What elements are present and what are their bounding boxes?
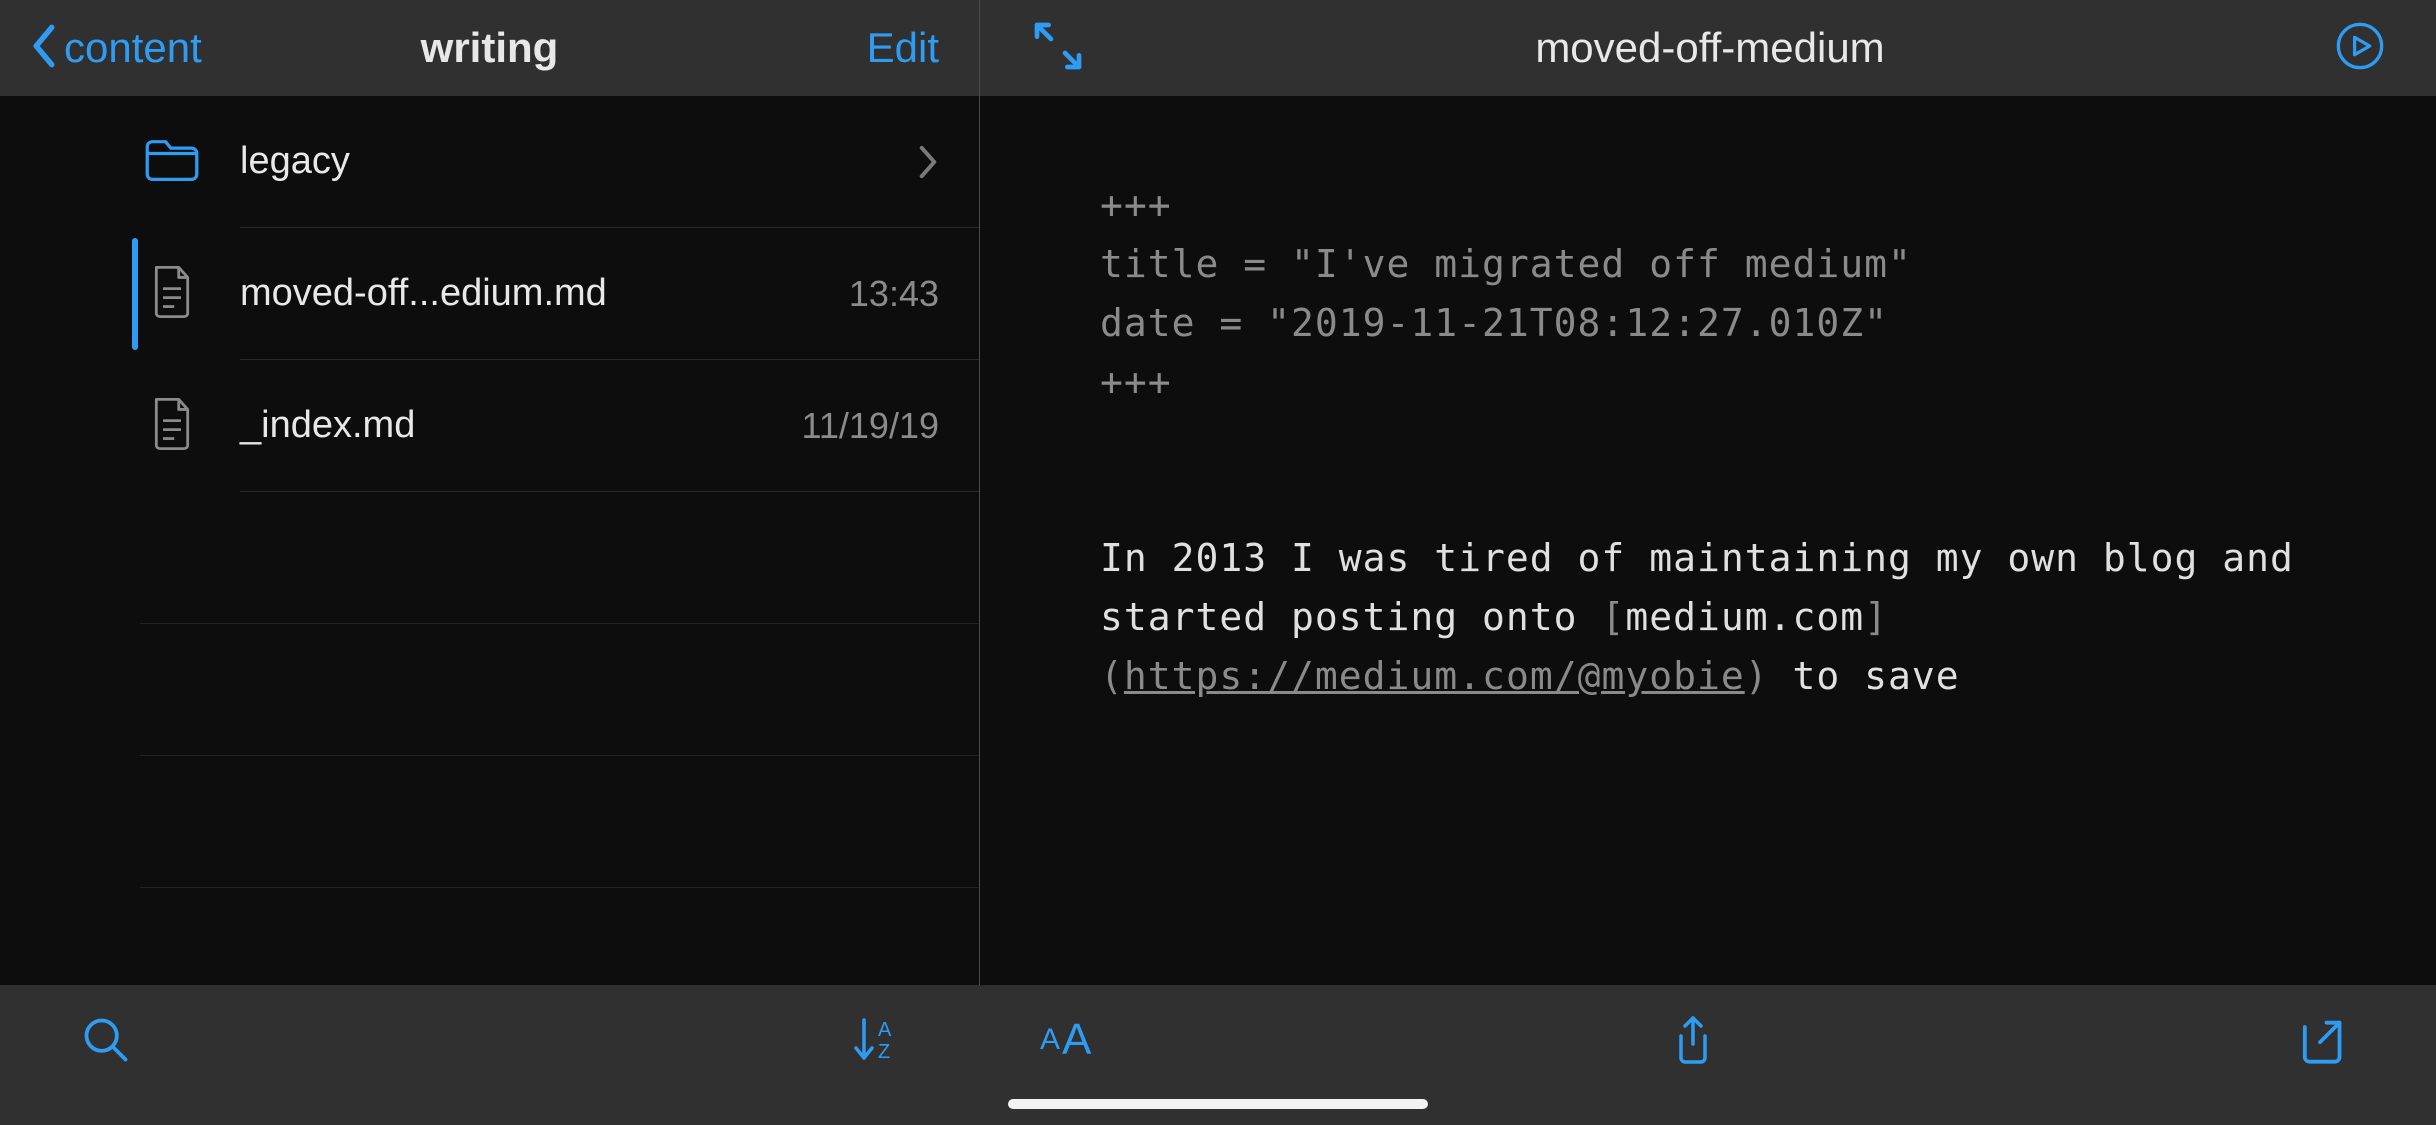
sort-az-icon[interactable]: A Z xyxy=(852,1014,900,1066)
back-button[interactable]: content xyxy=(30,22,202,75)
list-separator xyxy=(140,624,979,756)
folder-icon xyxy=(144,132,200,193)
text-size-icon[interactable]: AA xyxy=(1040,1015,1091,1065)
svg-text:A: A xyxy=(878,1019,892,1041)
home-indicator[interactable] xyxy=(1008,1099,1428,1109)
item-name: legacy xyxy=(240,140,350,183)
folder-item-legacy[interactable]: legacy xyxy=(0,96,979,228)
frontmatter-line: title = "I've migrated off medium" xyxy=(1100,242,1912,286)
md-paren: ( xyxy=(1100,654,1124,698)
editor-body-text: to save xyxy=(1769,654,1960,698)
md-link-text: medium.com xyxy=(1625,595,1864,639)
file-browser-panel: content writing Edit legacy xyxy=(0,0,980,1125)
file-item-index[interactable]: _index.md 11/19/19 xyxy=(0,360,979,492)
right-header: moved-off-medium xyxy=(980,0,2436,96)
md-bracket: [ xyxy=(1601,595,1625,639)
file-icon xyxy=(148,264,196,325)
list-separator xyxy=(140,492,979,624)
frontmatter-delimiter: +++ xyxy=(1100,360,1172,404)
chevron-right-icon xyxy=(917,143,939,181)
editor-panel: moved-off-medium +++ title = "I've migra… xyxy=(980,0,2436,1125)
edit-button[interactable]: Edit xyxy=(867,24,939,72)
md-paren: ) xyxy=(1745,654,1769,698)
md-link-url: https://medium.com/@myobie xyxy=(1124,654,1745,698)
share-icon[interactable] xyxy=(1667,1014,1719,1066)
item-name: _index.md xyxy=(240,404,415,447)
back-chevron-icon xyxy=(30,22,58,75)
item-timestamp: 13:43 xyxy=(849,273,939,315)
editor-title: moved-off-medium xyxy=(1535,24,1884,72)
file-item-moved-off-medium[interactable]: moved-off...edium.md 13:43 xyxy=(0,228,979,360)
compose-icon[interactable] xyxy=(2294,1014,2346,1066)
text-editor[interactable]: +++ title = "I've migrated off medium" d… xyxy=(980,96,2436,1125)
item-date: 11/19/19 xyxy=(802,405,939,447)
md-bracket: ] xyxy=(1864,595,1888,639)
search-icon[interactable] xyxy=(80,1014,132,1066)
file-list[interactable]: legacy xyxy=(0,96,979,1125)
file-icon xyxy=(148,396,196,457)
bottom-toolbar: A Z AA xyxy=(0,985,2436,1125)
frontmatter-delimiter: +++ xyxy=(1100,183,1172,227)
left-header-title: writing xyxy=(421,24,559,72)
expand-fullscreen-icon[interactable] xyxy=(1030,18,1086,79)
frontmatter-line: date = "2019-11-21T08:12:27.010Z" xyxy=(1100,301,1888,345)
list-separator xyxy=(140,756,979,888)
left-header: content writing Edit xyxy=(0,0,979,96)
preview-play-icon[interactable] xyxy=(2334,20,2386,77)
back-label: content xyxy=(64,24,202,72)
item-name: moved-off...edium.md xyxy=(240,272,607,315)
svg-text:Z: Z xyxy=(878,1041,890,1063)
